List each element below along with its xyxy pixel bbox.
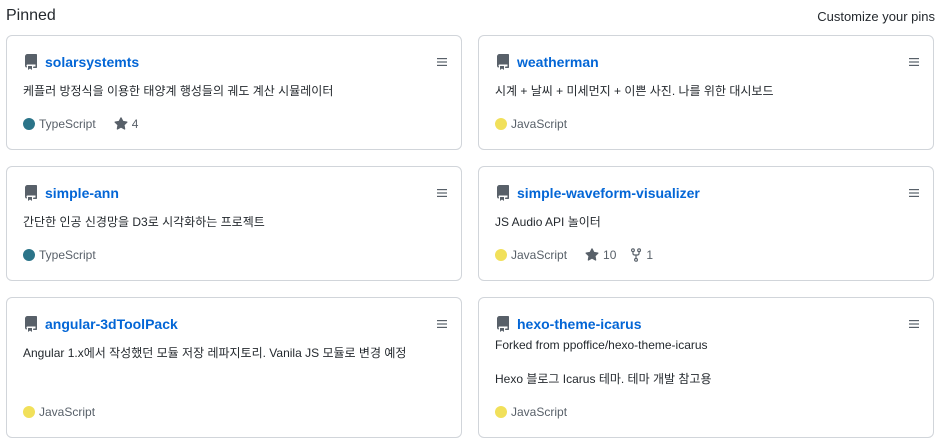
repo-language: JavaScript [511, 117, 568, 131]
pinned-card-hexo-theme-icarus: hexo-theme-icarus Forked from ppoffice/h… [478, 297, 934, 438]
drag-handle-icon[interactable] [909, 57, 919, 67]
language-color-dot [23, 249, 35, 261]
forked-from-text: Forked from ppoffice/hexo-theme-icarus [495, 338, 708, 352]
repo-language: JavaScript [39, 405, 96, 419]
repo-description: JS Audio API 놀이터 [495, 215, 601, 229]
forks-count: 1 [646, 248, 654, 262]
repo-language: JavaScript [511, 248, 568, 262]
repo-meta: TypeScript [23, 248, 96, 262]
repo-link[interactable]: angular-3dToolPack [45, 316, 178, 332]
repo-description: 시계 + 날씨 + 미세먼지 + 이쁜 사진. 나를 위한 대시보드 [495, 84, 774, 98]
star-icon [585, 248, 599, 261]
repo-description: Hexo 블로그 Icarus 테마. 테마 개발 참고용 [495, 372, 712, 386]
repo-meta: JavaScript [23, 405, 95, 419]
repo-meta: JavaScript [495, 405, 567, 419]
drag-handle-icon[interactable] [437, 188, 447, 198]
repo-icon [495, 54, 511, 70]
language-color-dot [495, 249, 507, 261]
star-icon [114, 117, 128, 130]
repo-icon [23, 54, 39, 70]
repo-meta: JavaScript [495, 117, 567, 131]
repo-icon [495, 185, 511, 201]
repo-description: 간단한 인공 신경망을 D3로 시각화하는 프로젝트 [23, 215, 265, 229]
repo-link[interactable]: simple-waveform-visualizer [517, 185, 700, 201]
repo-link[interactable]: simple-ann [45, 185, 119, 201]
repo-icon [23, 316, 39, 332]
stars-link[interactable]: 4 [114, 117, 139, 131]
language-color-dot [495, 118, 507, 130]
repo-link[interactable]: weatherman [517, 54, 599, 70]
pinned-card-weatherman: weatherman 시계 + 날씨 + 미세먼지 + 이쁜 사진. 나를 위한… [478, 35, 934, 150]
stars-count: 10 [603, 248, 617, 262]
repo-meta: JavaScript 10 1 [495, 248, 653, 262]
repo-link[interactable]: hexo-theme-icarus [517, 316, 641, 332]
pinned-title: Pinned [6, 7, 56, 24]
pinned-section: Pinned Customize your pins solarsystemts… [0, 0, 941, 443]
drag-handle-icon[interactable] [437, 319, 447, 329]
language-color-dot [495, 406, 507, 418]
repo-description: 케플러 방정식을 이용한 태양계 행성들의 궤도 계산 시뮬레이터 [23, 84, 334, 98]
drag-handle-icon[interactable] [909, 319, 919, 329]
stars-count: 4 [131, 117, 139, 131]
pinned-header: Pinned Customize your pins [6, 4, 935, 28]
stars-link[interactable]: 10 [585, 248, 616, 262]
drag-handle-icon[interactable] [437, 57, 447, 67]
fork-icon [631, 248, 642, 262]
repo-language: JavaScript [511, 405, 568, 419]
language-color-dot [23, 406, 35, 418]
drag-handle-icon[interactable] [909, 188, 919, 198]
pinned-card-simple-waveform-visualizer: simple-waveform-visualizer JS Audio API … [478, 166, 934, 281]
repo-link[interactable]: solarsystemts [45, 54, 139, 70]
repo-language: TypeScript [39, 248, 96, 262]
language-color-dot [23, 118, 35, 130]
repo-description: Angular 1.x에서 작성했던 모듈 저장 레파지토리. Vanila J… [23, 346, 407, 360]
repo-meta: TypeScript 4 [23, 117, 138, 131]
customize-pins-link[interactable]: Customize your pins [817, 9, 935, 24]
pinned-card-solarsystemts: solarsystemts 케플러 방정식을 이용한 태양계 행성들의 궤도 계… [6, 35, 462, 150]
pinned-card-angular-3dtoolpack: angular-3dToolPack Angular 1.x에서 작성했던 모듈… [6, 297, 462, 438]
forks-link[interactable]: 1 [630, 248, 653, 262]
repo-icon [495, 316, 511, 332]
repo-language: TypeScript [39, 117, 96, 131]
repo-icon [23, 185, 39, 201]
pinned-card-simple-ann: simple-ann 간단한 인공 신경망을 D3로 시각화하는 프로젝트 Ty… [6, 166, 462, 281]
